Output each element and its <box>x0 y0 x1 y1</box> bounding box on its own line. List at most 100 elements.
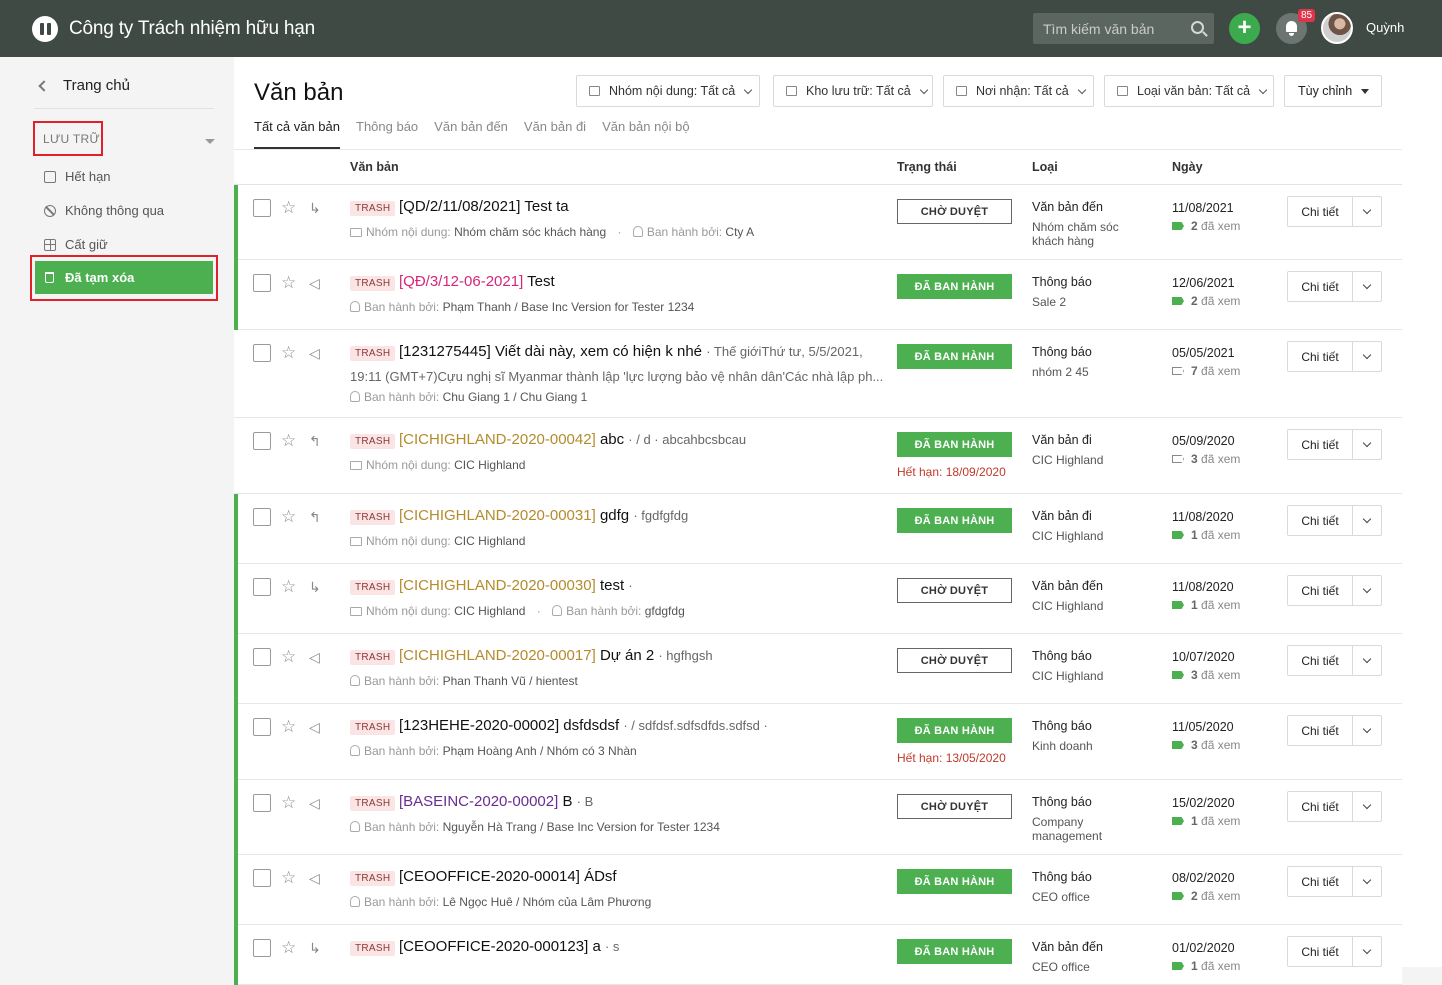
document-title[interactable]: [123HEHE-2020-00002] dsfdsdsf · / sdfdsf… <box>399 717 768 734</box>
action-icon[interactable]: ◁ <box>309 720 320 734</box>
table-row[interactable]: ☆ ↰ TRASH [CICHIGHLAND-2020-00042] abc · / … <box>234 418 1402 494</box>
filter-recipient[interactable]: Nơi nhận: Tất cả <box>943 75 1094 107</box>
action-icon[interactable]: ◁ <box>309 871 320 885</box>
row-checkbox[interactable] <box>253 199 271 217</box>
action-icon[interactable]: ↰ <box>309 510 321 524</box>
chevron-down-icon[interactable] <box>1353 576 1381 605</box>
table-row[interactable]: ☆ ◁ TRASH [QĐ/3/12-06-2021] Test Ban hành bở… <box>234 260 1402 330</box>
user-name[interactable]: Quỳnh <box>1366 20 1404 35</box>
row-checkbox[interactable] <box>253 344 271 362</box>
document-title[interactable]: [CEOOFFICE-2020-000123] a · s <box>399 938 619 955</box>
tab-notices[interactable]: Thông báo <box>356 119 418 149</box>
chevron-down-icon[interactable] <box>1353 792 1381 821</box>
chevron-down-icon[interactable] <box>1353 272 1381 301</box>
table-row[interactable]: ☆ ◁ TRASH [123HEHE-2020-00002] dsfdsdsf · /… <box>234 704 1402 780</box>
sidebar-item-expired[interactable]: Hết hạn <box>44 169 111 184</box>
detail-button[interactable]: Chi tiết <box>1288 506 1353 535</box>
star-icon[interactable]: ☆ <box>281 794 296 811</box>
star-icon[interactable]: ☆ <box>281 939 296 956</box>
tab-incoming[interactable]: Văn bản đến <box>434 119 508 149</box>
star-icon[interactable]: ☆ <box>281 199 296 216</box>
document-title[interactable]: [BASEINC-2020-00002] B · B <box>399 793 593 810</box>
document-title[interactable]: [QĐ/3/12-06-2021] Test <box>399 273 555 290</box>
row-checkbox[interactable] <box>253 869 271 887</box>
document-title[interactable]: [CICHIGHLAND-2020-00030] test · <box>399 577 633 594</box>
row-checkbox[interactable] <box>253 648 271 666</box>
detail-button[interactable]: Chi tiết <box>1288 342 1353 371</box>
row-checkbox[interactable] <box>253 508 271 526</box>
filter-doc-type[interactable]: Loại văn bản: Tất cả <box>1104 75 1274 107</box>
app-logo-icon[interactable] <box>32 15 58 42</box>
search-icon[interactable] <box>1191 21 1204 34</box>
chevron-down-icon[interactable] <box>1353 197 1381 226</box>
avatar[interactable] <box>1321 12 1353 44</box>
star-icon[interactable]: ☆ <box>281 578 296 595</box>
chevron-down-icon[interactable] <box>1353 342 1381 371</box>
detail-button[interactable]: Chi tiết <box>1288 272 1353 301</box>
row-checkbox[interactable] <box>253 274 271 292</box>
document-title[interactable]: [QD/2/11/08/2021] Test ta <box>399 198 569 215</box>
detail-button[interactable]: Chi tiết <box>1288 867 1353 896</box>
row-checkbox[interactable] <box>253 578 271 596</box>
document-title[interactable]: [CICHIGHLAND-2020-00031] gdfg · fgdfgfdg <box>399 507 688 524</box>
table-row[interactable]: ☆ ↳ TRASH [CEOOFFICE-2020-000123] a · s ĐÃ B… <box>234 925 1402 985</box>
row-checkbox[interactable] <box>253 794 271 812</box>
chevron-down-icon[interactable] <box>1353 716 1381 745</box>
tab-internal[interactable]: Văn bản nội bộ <box>602 119 689 149</box>
caret-down-icon[interactable] <box>205 139 215 144</box>
document-title[interactable]: [CEOOFFICE-2020-00014] ÁDsf <box>399 868 617 885</box>
detail-button[interactable]: Chi tiết <box>1288 646 1353 675</box>
action-icon[interactable]: ↳ <box>309 580 321 594</box>
sidebar-item-rejected[interactable]: Không thông qua <box>44 203 164 218</box>
star-icon[interactable]: ☆ <box>281 432 296 449</box>
star-icon[interactable]: ☆ <box>281 718 296 735</box>
action-icon[interactable]: ↳ <box>309 941 321 955</box>
table-row[interactable]: ☆ ◁ TRASH [CICHIGHLAND-2020-00017] Dự án 2 … <box>234 634 1402 704</box>
star-icon[interactable]: ☆ <box>281 508 296 525</box>
tab-outgoing[interactable]: Văn bản đi <box>524 119 586 149</box>
star-icon[interactable]: ☆ <box>281 648 296 665</box>
sidebar-home-link[interactable]: Trang chủ <box>38 77 130 94</box>
filter-storage[interactable]: Kho lưu trữ: Tất cả <box>773 75 933 107</box>
document-title[interactable]: [CICHIGHLAND-2020-00017] Dự án 2 · hgfhg… <box>399 647 713 664</box>
filter-content-group[interactable]: Nhóm nội dung: Tất cả <box>576 75 760 107</box>
table-row[interactable]: ☆ ↳ TRASH [QD/2/11/08/2021] Test ta Nhóm nội… <box>234 185 1402 260</box>
row-checkbox[interactable] <box>253 432 271 450</box>
action-icon[interactable]: ↰ <box>309 434 321 448</box>
detail-button[interactable]: Chi tiết <box>1288 792 1353 821</box>
document-title[interactable]: [CICHIGHLAND-2020-00042] abc · / d · abc… <box>399 431 746 448</box>
search-input[interactable]: Tìm kiếm văn bản <box>1033 13 1214 44</box>
detail-button[interactable]: Chi tiết <box>1288 197 1353 226</box>
detail-button[interactable]: Chi tiết <box>1288 716 1353 745</box>
detail-button[interactable]: Chi tiết <box>1288 430 1353 459</box>
table-row[interactable]: ☆ ↳ TRASH [CICHIGHLAND-2020-00030] test · Nh… <box>234 564 1402 634</box>
chevron-down-icon[interactable] <box>1353 646 1381 675</box>
star-icon[interactable]: ☆ <box>281 869 296 886</box>
chevron-down-icon[interactable] <box>1353 937 1381 966</box>
chevron-down-icon[interactable] <box>1353 430 1381 459</box>
action-icon[interactable]: ◁ <box>309 276 320 290</box>
action-icon[interactable]: ◁ <box>309 796 320 810</box>
row-checkbox[interactable] <box>253 939 271 957</box>
tab-all[interactable]: Tất cả văn bản <box>254 119 340 149</box>
star-icon[interactable]: ☆ <box>281 344 296 361</box>
storage-section-header[interactable]: LƯU TRỮ <box>33 121 103 156</box>
chevron-down-icon[interactable] <box>1353 867 1381 896</box>
customize-button[interactable]: Tùy chỉnh <box>1284 75 1382 107</box>
chevron-down-icon[interactable] <box>1353 506 1381 535</box>
action-icon[interactable]: ↳ <box>309 201 321 215</box>
detail-button[interactable]: Chi tiết <box>1288 937 1353 966</box>
document-title[interactable]: [1231275445] Viết dài này, xem có hiện k… <box>399 343 863 360</box>
add-document-button[interactable]: + <box>1229 13 1260 44</box>
table-row[interactable]: ☆ ◁ TRASH [CEOOFFICE-2020-00014] ÁDsf Ban hà… <box>234 855 1402 925</box>
action-icon[interactable]: ◁ <box>309 650 320 664</box>
sidebar-item-archived[interactable]: Cất giữ <box>44 237 108 252</box>
sidebar-item-deleted[interactable]: Đã tạm xóa <box>35 261 213 294</box>
table-row[interactable]: ☆ ◁ TRASH [1231275445] Viết dài này, xem có… <box>234 330 1402 418</box>
detail-button[interactable]: Chi tiết <box>1288 576 1353 605</box>
table-row[interactable]: ☆ ↰ TRASH [CICHIGHLAND-2020-00031] gdfg · f… <box>234 494 1402 564</box>
table-row[interactable]: ☆ ◁ TRASH [BASEINC-2020-00002] B · B Ban hàn… <box>234 780 1402 855</box>
row-checkbox[interactable] <box>253 718 271 736</box>
action-icon[interactable]: ◁ <box>309 346 320 360</box>
star-icon[interactable]: ☆ <box>281 274 296 291</box>
